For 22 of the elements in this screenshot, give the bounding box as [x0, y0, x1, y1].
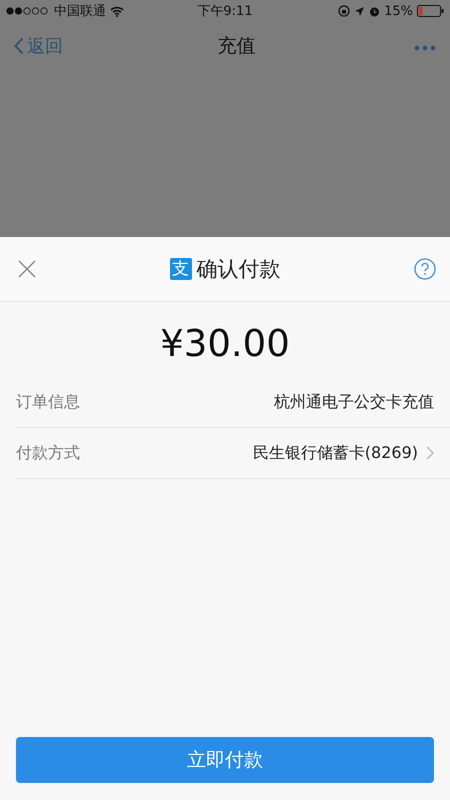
pay-button[interactable]: 立即付款	[16, 737, 434, 783]
carrier-name: 中国联通	[54, 3, 106, 20]
close-icon	[18, 260, 36, 278]
row-label: 订单信息	[16, 392, 81, 412]
chevron-left-icon	[14, 37, 24, 55]
status-time: 下午9:11	[197, 3, 253, 20]
row-value[interactable]: 民生银行储蓄卡(8269)	[252, 442, 418, 464]
info-row[interactable]: 付款方式 民生银行储蓄卡(8269)	[16, 428, 450, 479]
row-label: 付款方式	[16, 442, 81, 464]
wifi-icon	[110, 6, 124, 16]
row-value: 杭州通电子公交卡充值	[274, 392, 434, 412]
location-icon	[354, 6, 366, 16]
battery-icon	[416, 5, 444, 17]
more-icon	[414, 44, 436, 50]
page-title: 充值	[218, 34, 256, 59]
pay-logo: 支	[170, 258, 192, 280]
chevron-right-icon	[426, 446, 434, 460]
battery-percent: 15%	[384, 4, 413, 18]
payment-amount: ¥30.00	[159, 321, 291, 367]
sheet-title: 确认付款	[196, 256, 280, 283]
help-icon	[414, 258, 436, 280]
signal-icon	[6, 7, 50, 15]
